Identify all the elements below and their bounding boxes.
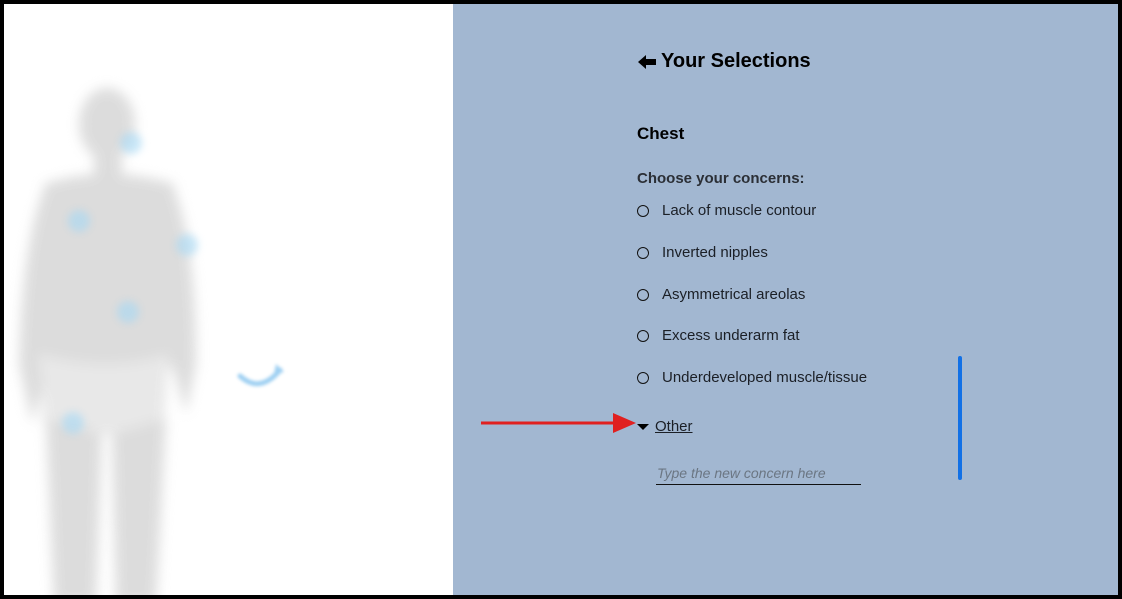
rotate-figure-icon[interactable] [236,360,286,390]
body-map-panel [4,4,453,595]
radio-button[interactable] [637,288,649,301]
red-pointer-arrow-icon [481,413,636,433]
radio-button[interactable] [637,329,649,342]
concern-option-inverted-nipples[interactable]: Inverted nipples [637,244,768,261]
radio-button[interactable] [637,246,649,259]
back-arrow-icon [638,54,656,69]
body-figure-image[interactable] [4,64,304,595]
new-concern-input[interactable] [656,463,861,485]
hotspot-head[interactable] [120,132,142,154]
concern-option-underdeveloped-muscle-tissue[interactable]: Underdeveloped muscle/tissue [637,369,867,386]
other-toggle[interactable]: Other [637,418,693,435]
concern-option-asymmetrical-areolas[interactable]: Asymmetrical areolas [637,286,805,303]
concern-option-excess-underarm-fat[interactable]: Excess underarm fat [637,327,800,344]
option-label: Excess underarm fat [662,327,800,344]
option-label: Inverted nipples [662,244,768,261]
concerns-list[interactable]: Lack of muscle contour Inverted nipples … [631,204,991,394]
radio-button[interactable] [637,371,649,384]
hotspot-arm[interactable] [176,234,198,256]
concerns-label: Choose your concerns: [637,170,805,187]
selections-panel: Your Selections Chest Choose your concer… [453,4,1118,595]
other-label: Other [655,418,693,435]
concern-option-lack-of-muscle-contour[interactable]: Lack of muscle contour [637,204,816,219]
hotspot-chest[interactable] [68,210,90,232]
hotspot-thigh[interactable] [62,412,84,434]
back-to-selections-button[interactable]: Your Selections [637,50,811,73]
list-scrollbar[interactable] [958,356,962,480]
hotspot-abdomen[interactable] [117,301,139,323]
section-title: Chest [637,124,685,143]
page-title: Your Selections [661,50,811,72]
option-label: Asymmetrical areolas [662,286,806,303]
option-label: Underdeveloped muscle/tissue [662,369,868,386]
option-label: Lack of muscle contour [662,204,817,219]
app-frame: Your Selections Chest Choose your concer… [0,0,1122,599]
radio-button[interactable] [637,204,649,217]
